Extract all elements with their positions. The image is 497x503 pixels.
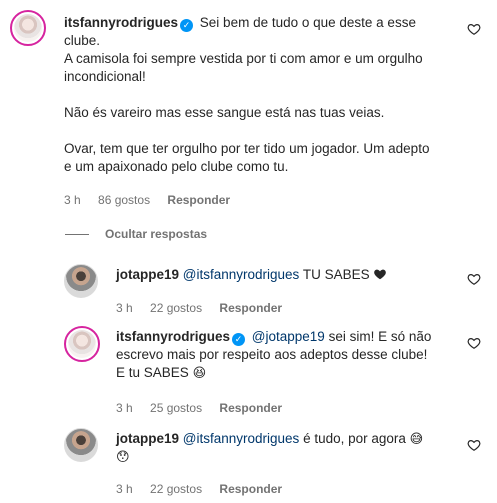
comment-meta: 3 h 25 gostos Responder bbox=[116, 401, 296, 415]
comment-text-line: Ovar, tem que ter orgulho por ter tido u… bbox=[64, 141, 430, 156]
black-heart-icon bbox=[374, 269, 387, 280]
comment-text: TU SABES bbox=[302, 267, 370, 282]
comment-body: itsfannyrodrigues ✓ @jotappe19 sei sim! E… bbox=[116, 328, 456, 382]
heart-outline-icon[interactable] bbox=[467, 336, 481, 350]
comment-text: sei sim! E só não bbox=[328, 329, 432, 344]
timestamp[interactable]: 3 h bbox=[116, 401, 133, 415]
like-count[interactable]: 25 gostos bbox=[150, 401, 202, 415]
username[interactable]: itsfannyrodrigues bbox=[64, 15, 178, 30]
comment-meta: 3 h 22 gostos Responder bbox=[116, 301, 296, 315]
like-count[interactable]: 86 gostos bbox=[98, 193, 150, 207]
comment-meta: 3 h 86 gostos Responder bbox=[64, 193, 244, 207]
reply-button[interactable]: Responder bbox=[167, 193, 230, 207]
divider bbox=[65, 234, 89, 236]
hushed-emoji-icon: 😯 bbox=[116, 449, 130, 464]
comment-text-line: A camisola foi sempre vestida por ti com… bbox=[64, 51, 423, 66]
comment-body: itsfannyrodrigues ✓ Sei bem de tudo o que… bbox=[64, 14, 464, 176]
like-count[interactable]: 22 gostos bbox=[150, 482, 202, 496]
avatar[interactable] bbox=[64, 428, 98, 462]
hide-replies-label: Ocultar respostas bbox=[105, 227, 208, 241]
comment-text: E tu SABES bbox=[116, 365, 189, 380]
username[interactable]: jotappe19 bbox=[116, 267, 179, 282]
verified-badge-icon: ✓ bbox=[232, 333, 246, 346]
comment-text: escrevo mais por respeito aos adeptos de… bbox=[116, 347, 428, 362]
comment-text-line: Não és vareiro mas esse sangue está nas … bbox=[64, 105, 385, 120]
heart-outline-icon[interactable] bbox=[467, 22, 481, 36]
like-count[interactable]: 22 gostos bbox=[150, 301, 202, 315]
reply-button[interactable]: Responder bbox=[219, 401, 282, 415]
comment-text: é tudo, por agora bbox=[303, 431, 406, 446]
avatar[interactable] bbox=[64, 326, 100, 362]
timestamp[interactable]: 3 h bbox=[116, 482, 133, 496]
mention-link[interactable]: @jotappe19 bbox=[252, 329, 325, 344]
username[interactable]: jotappe19 bbox=[116, 431, 179, 446]
mention-link[interactable]: @itsfannyrodrigues bbox=[183, 431, 300, 446]
sweat-smile-emoji-icon: 😅 bbox=[409, 431, 424, 446]
username[interactable]: itsfannyrodrigues bbox=[116, 329, 230, 344]
avatar[interactable] bbox=[10, 10, 46, 46]
hide-replies-button[interactable]: Ocultar respostas bbox=[65, 227, 207, 241]
mention-link[interactable]: @itsfannyrodrigues bbox=[183, 267, 300, 282]
avatar[interactable] bbox=[64, 264, 98, 298]
verified-badge-icon: ✓ bbox=[180, 19, 194, 32]
comment-body: jotappe19 @itsfannyrodrigues TU SABES bbox=[116, 266, 456, 284]
comment-text-line: Sei bem de tudo o que deste a esse bbox=[199, 15, 416, 30]
timestamp[interactable]: 3 h bbox=[64, 193, 81, 207]
heart-outline-icon[interactable] bbox=[467, 272, 481, 286]
reply-button[interactable]: Responder bbox=[219, 482, 282, 496]
timestamp[interactable]: 3 h bbox=[116, 301, 133, 315]
heart-outline-icon[interactable] bbox=[467, 438, 481, 452]
laughing-emoji-icon: 😆 bbox=[192, 365, 207, 380]
comment-body: jotappe19 @itsfannyrodrigues é tudo, por… bbox=[116, 430, 456, 466]
comment-meta: 3 h 22 gostos Responder bbox=[116, 482, 296, 496]
comment-text-line: e um apaixonado pelo clube como tu. bbox=[64, 159, 289, 174]
reply-button[interactable]: Responder bbox=[219, 301, 282, 315]
comment-text-line: clube. bbox=[64, 33, 101, 48]
comment-text-line: incondicional! bbox=[64, 69, 146, 84]
